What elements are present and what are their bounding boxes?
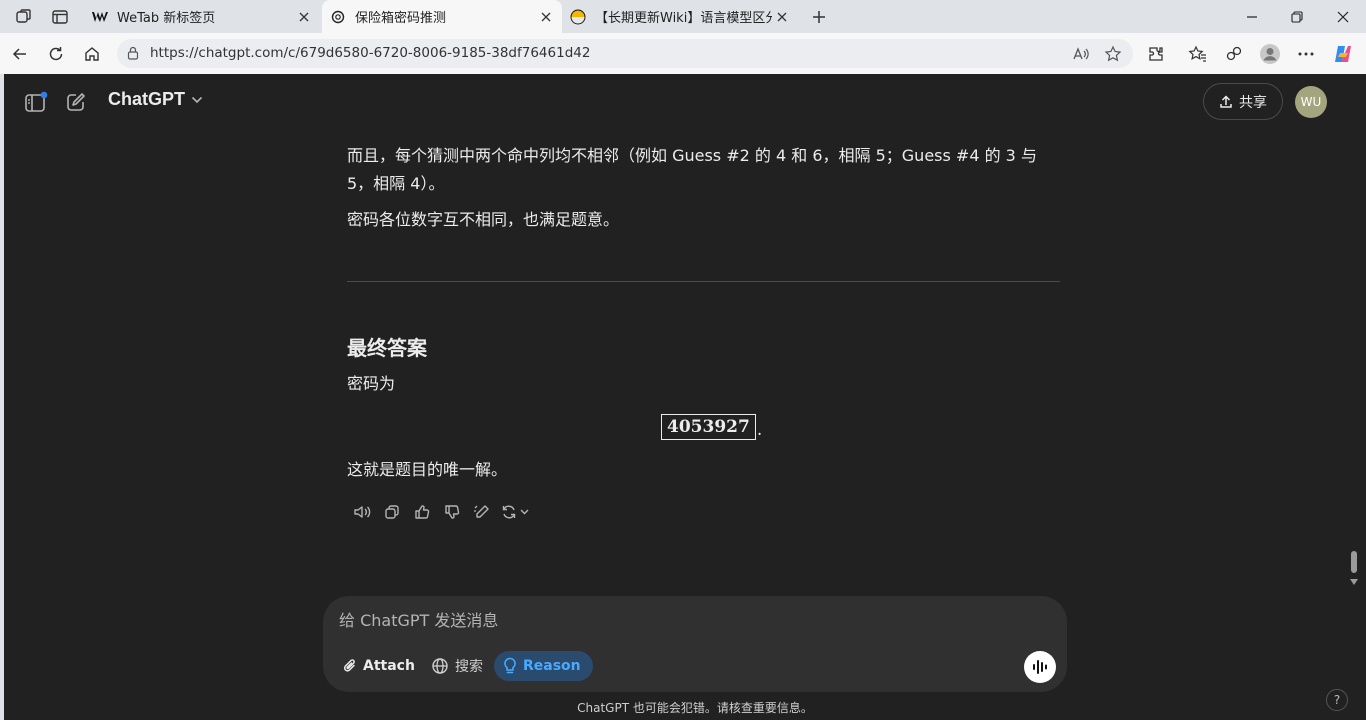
message-paragraph: 而且，每个猜测中两个命中列均不相邻（例如 Guess #2 的 4 和 6，相隔… xyxy=(347,146,1037,193)
share-label: 共享 xyxy=(1239,94,1267,111)
share-upload-icon xyxy=(1220,94,1232,108)
answer-value: 4053927 xyxy=(661,414,756,440)
home-icon[interactable] xyxy=(79,41,105,67)
boxed-answer: 4053927 . xyxy=(661,414,762,440)
search-button[interactable]: 搜索 xyxy=(423,651,491,681)
wetab-logo-icon xyxy=(92,9,108,25)
copy-icon[interactable] xyxy=(377,498,407,526)
close-window-icon[interactable] xyxy=(1331,5,1355,29)
copilot-icon[interactable] xyxy=(1330,41,1356,67)
attach-button[interactable]: Attach xyxy=(335,651,423,681)
reason-label: Reason xyxy=(523,658,581,674)
close-tab-icon[interactable] xyxy=(294,7,314,27)
thumbs-down-icon[interactable] xyxy=(437,498,467,526)
message-paragraph: 密码各位数字互不相同，也满足题意。 xyxy=(347,210,620,229)
user-avatar[interactable]: WU xyxy=(1295,86,1327,118)
reason-button[interactable]: Reason xyxy=(494,651,593,681)
tab-title: 保险箱密码推测 xyxy=(355,11,447,26)
regenerate-icon[interactable] xyxy=(497,498,535,526)
forum-logo-icon xyxy=(570,9,586,25)
message-composer: Attach 搜索 Reason xyxy=(323,596,1067,692)
browser-tab-bar: WeTab 新标签页 保险箱密码推测 【长期更新Wiki】语言模型区分题 xyxy=(0,0,1366,33)
message-input[interactable] xyxy=(339,608,999,632)
close-tab-icon[interactable] xyxy=(536,7,556,27)
url-text[interactable]: https://chatgpt.com/c/679d6580-6720-8006… xyxy=(150,45,590,61)
site-info-icon[interactable] xyxy=(125,45,141,61)
restore-icon[interactable] xyxy=(1285,5,1309,29)
back-arrow-icon[interactable] xyxy=(7,41,33,67)
profile-icon[interactable] xyxy=(1257,41,1283,67)
disclaimer-text: ChatGPT 也可能会犯错。请核查重要信息。 xyxy=(577,701,813,715)
help-button[interactable]: ? xyxy=(1326,689,1348,711)
globe-icon xyxy=(432,658,448,674)
tab-wetab[interactable]: WeTab 新标签页 xyxy=(84,0,320,33)
minimize-icon[interactable] xyxy=(1240,5,1264,29)
tab-password-guess[interactable]: 保险箱密码推测 xyxy=(322,0,562,33)
model-name: ChatGPT xyxy=(108,89,186,109)
section-heading: 最终答案 xyxy=(347,336,427,360)
read-aloud-icon[interactable] xyxy=(1070,43,1092,65)
model-selector[interactable]: ChatGPT xyxy=(108,89,203,110)
voice-waveform-icon xyxy=(1033,660,1047,674)
divider xyxy=(347,281,1060,282)
favorites-icon[interactable] xyxy=(1185,41,1211,67)
new-tab-icon[interactable] xyxy=(808,6,830,28)
more-menu-icon[interactable] xyxy=(1293,41,1319,67)
chatgpt-logo-icon xyxy=(330,9,346,25)
tab-wiki[interactable]: 【长期更新Wiki】语言模型区分题 xyxy=(562,0,798,33)
extensions-icon[interactable] xyxy=(1143,41,1169,67)
paperclip-icon xyxy=(343,659,355,672)
lightbulb-icon xyxy=(504,657,516,674)
attach-label: Attach xyxy=(363,658,415,674)
edit-canvas-icon[interactable] xyxy=(467,498,497,526)
address-bar[interactable]: https://chatgpt.com/c/679d6580-6720-8006… xyxy=(117,39,1133,68)
message-paragraph: 这就是题目的唯一解。 xyxy=(347,460,508,479)
chevron-down-icon xyxy=(191,96,203,103)
voice-mode-button[interactable] xyxy=(1024,651,1056,683)
new-chat-icon[interactable] xyxy=(62,88,90,116)
tab-title: 【长期更新Wiki】语言模型区分题 xyxy=(595,11,772,26)
thumbs-up-icon[interactable] xyxy=(407,498,437,526)
chatgpt-page: ChatGPT 共享 WU 而且，每个猜测中两个命中列均不相邻（例如 Guess… xyxy=(4,74,1366,720)
collections-icon[interactable] xyxy=(1221,41,1247,67)
workspaces-icon[interactable] xyxy=(13,6,35,28)
search-label: 搜索 xyxy=(455,659,483,675)
sidebar-toggle-icon[interactable] xyxy=(22,88,50,116)
close-tab-icon[interactable] xyxy=(772,7,792,27)
browser-toolbar: https://chatgpt.com/c/679d6580-6720-8006… xyxy=(0,33,1366,74)
share-button[interactable]: 共享 xyxy=(1203,83,1283,120)
favorite-star-icon[interactable] xyxy=(1102,43,1124,65)
message-paragraph: 密码为 xyxy=(347,374,396,393)
refresh-icon[interactable] xyxy=(43,41,69,67)
vertical-tabs-icon[interactable] xyxy=(49,6,71,28)
answer-period: . xyxy=(756,420,763,440)
read-aloud-icon[interactable] xyxy=(347,498,377,526)
scroll-down-arrow-icon[interactable] xyxy=(1349,578,1359,586)
tab-title: WeTab 新标签页 xyxy=(117,11,216,26)
scrollbar-thumb[interactable] xyxy=(1351,551,1357,573)
message-actions xyxy=(347,498,535,526)
